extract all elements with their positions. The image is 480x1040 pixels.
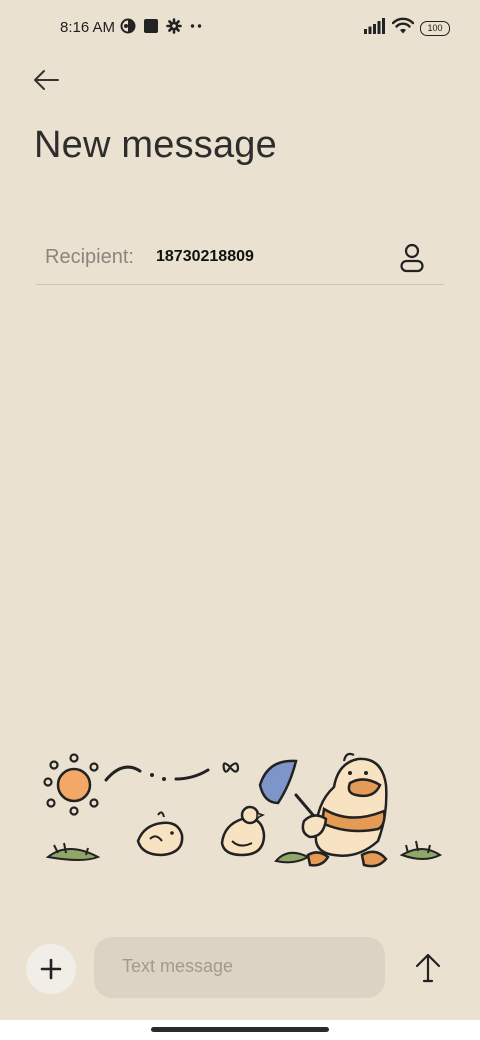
duck-illustration bbox=[38, 745, 448, 880]
more-dots-icon bbox=[189, 18, 203, 39]
compose-bar bbox=[0, 930, 480, 1010]
home-indicator[interactable] bbox=[151, 1027, 329, 1032]
arrow-left-icon bbox=[34, 70, 59, 90]
stop-square-icon bbox=[143, 18, 159, 39]
grass-icon bbox=[45, 842, 101, 861]
navigation-bar bbox=[0, 1020, 480, 1040]
status-right-icons: 100 bbox=[364, 17, 450, 39]
battery-icon: 100 bbox=[420, 20, 450, 36]
butterfly-icon bbox=[222, 762, 240, 773]
status-time: 8:16 AM bbox=[60, 19, 116, 36]
grass-icon bbox=[399, 840, 442, 860]
recipient-input[interactable] bbox=[156, 248, 356, 266]
chick-icon bbox=[136, 811, 184, 857]
send-button[interactable] bbox=[410, 950, 446, 986]
data-saver-icon bbox=[120, 18, 136, 39]
arrow-up-icon bbox=[415, 953, 441, 983]
page-title: New message bbox=[34, 124, 277, 166]
contact-picker-button[interactable] bbox=[398, 242, 426, 274]
message-field[interactable] bbox=[94, 937, 385, 998]
chick-icon bbox=[220, 805, 266, 857]
sun-icon bbox=[43, 753, 99, 816]
duck-icon bbox=[301, 752, 388, 868]
person-icon bbox=[400, 243, 424, 273]
gear-icon bbox=[166, 17, 182, 39]
wifi-icon bbox=[391, 17, 415, 39]
cellular-signal-icon bbox=[364, 17, 386, 39]
message-input[interactable] bbox=[122, 956, 362, 977]
back-button[interactable] bbox=[28, 64, 64, 100]
plus-icon bbox=[40, 958, 62, 980]
status-left-icons bbox=[120, 17, 203, 39]
add-attachment-button[interactable] bbox=[26, 944, 76, 994]
recipient-label: Recipient: bbox=[45, 246, 134, 268]
status-bar: 8:16 AM 100 bbox=[0, 0, 480, 56]
recipient-row[interactable]: Recipient: bbox=[36, 236, 444, 285]
